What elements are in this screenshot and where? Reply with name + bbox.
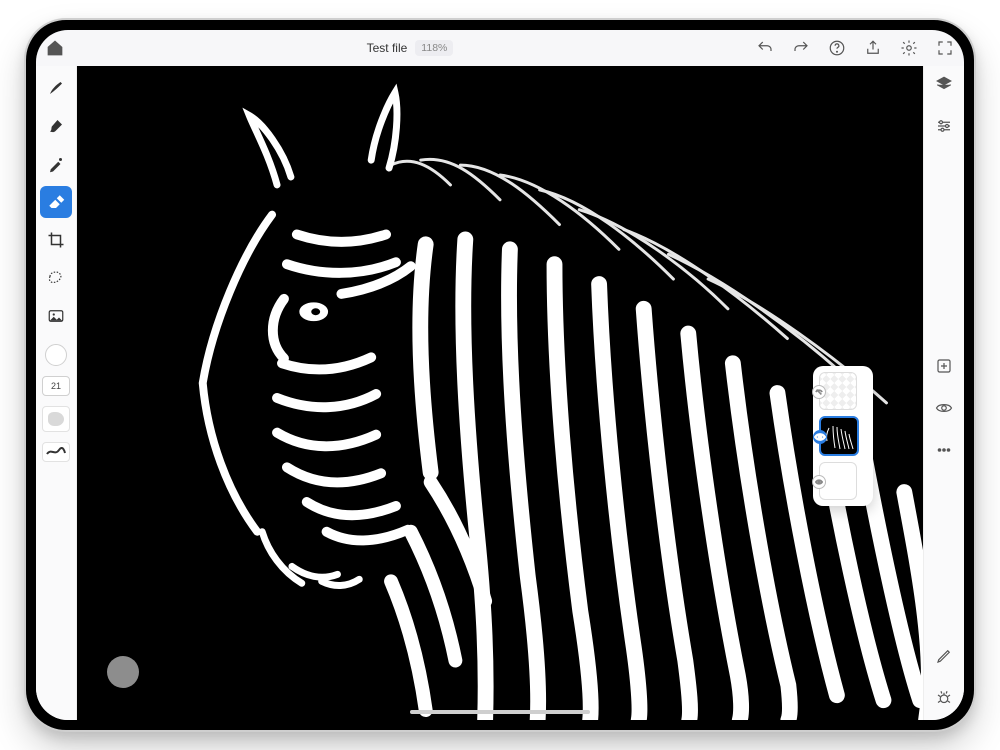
brush-shape-preview[interactable] [42, 406, 70, 432]
layers-icon[interactable] [932, 72, 956, 96]
help-icon[interactable] [828, 39, 846, 57]
home-icon[interactable] [46, 39, 64, 57]
zoom-badge[interactable]: 118% [415, 40, 453, 56]
add-layer-icon[interactable] [932, 354, 956, 378]
share-icon[interactable] [864, 39, 882, 57]
redo-icon[interactable] [792, 39, 810, 57]
eye-icon[interactable] [932, 396, 956, 420]
left-toolbar: 21 [36, 66, 77, 720]
main-row: 21 [36, 66, 964, 720]
color-chip[interactable] [45, 344, 67, 366]
settings-gear-icon[interactable] [900, 39, 918, 57]
ipad-frame: Test file 118% [24, 18, 976, 732]
layer-thumb-art[interactable] [819, 416, 859, 456]
undo-icon[interactable] [756, 39, 774, 57]
visibility-visible-icon[interactable] [812, 475, 826, 489]
bug-icon[interactable] [932, 686, 956, 710]
document-title-group: Test file 118% [367, 40, 454, 56]
brush-stroke-preview[interactable] [42, 442, 70, 462]
smudge-tool-icon[interactable] [40, 148, 72, 180]
canvas[interactable] [77, 66, 923, 720]
paint-brush-tool-icon[interactable] [40, 110, 72, 142]
pixel-brush-tool-icon[interactable] [40, 72, 72, 104]
document-title: Test file [367, 41, 408, 55]
pencil-gesture-icon[interactable] [932, 644, 956, 668]
top-bar: Test file 118% [36, 30, 964, 66]
more-icon[interactable] [932, 438, 956, 462]
eraser-tool-icon[interactable] [40, 186, 72, 218]
visibility-hidden-icon[interactable] [812, 385, 826, 399]
layer-thumb-background[interactable] [819, 462, 857, 500]
image-tool-icon[interactable] [40, 300, 72, 332]
brush-size-field[interactable]: 21 [42, 376, 70, 396]
crop-tool-icon[interactable] [40, 224, 72, 256]
selection-tool-icon[interactable] [40, 262, 72, 294]
layer-thumb-empty[interactable] [819, 372, 857, 410]
touch-shortcut-button[interactable] [107, 656, 139, 688]
right-toolbar [923, 66, 964, 720]
app-screen: Test file 118% [36, 30, 964, 720]
sliders-icon[interactable] [932, 114, 956, 138]
artwork-zebra [77, 66, 923, 720]
fullscreen-icon[interactable] [936, 39, 954, 57]
visibility-visible-icon[interactable] [813, 430, 827, 444]
ipad-home-indicator [410, 710, 590, 714]
layers-panel [813, 366, 873, 506]
